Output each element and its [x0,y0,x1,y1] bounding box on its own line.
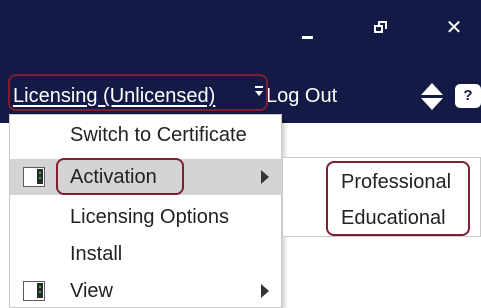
restore-icon[interactable] [362,12,402,44]
panel-icon-dot [39,286,41,288]
title-bar: ✕ Licensing (Unlicensed) Log Out ? [0,0,481,123]
logout-menu[interactable]: Log Out [266,78,337,114]
menu-item-licensing-options[interactable]: Licensing Options [10,199,282,235]
panel-icon-dot [39,172,41,174]
submenu-item-educational[interactable]: Educational [341,203,446,233]
menu-item-label: Switch to Certificate [70,124,247,146]
menu-bar: Licensing (Unlicensed) Log Out ? [0,78,481,114]
panel-icon-dot [39,177,41,179]
close-icon[interactable]: ✕ [434,12,474,44]
activation-submenu: Professional Educational [282,157,481,237]
menu-item-activation[interactable]: Activation [10,159,282,195]
app-window: ✕ Licensing (Unlicensed) Log Out ? Switc… [0,0,481,308]
restore-icon-front [374,25,383,33]
sort-updown-icon[interactable] [421,83,443,111]
submenu-item-professional[interactable]: Professional [341,167,451,197]
menu-item-label: View [70,280,113,302]
minimize-icon[interactable] [288,12,328,44]
panel-icon [23,281,45,301]
panel-icon [23,167,45,187]
menu-item-label: Activation [70,166,157,188]
menu-item-label: Licensing Options [70,206,229,228]
submenu-arrow-icon [261,170,269,184]
menu-item-label: Install [70,243,123,265]
panel-icon-dot [39,291,41,293]
licensing-dropdown-menu: Switch to Certificate Activation Licensi… [9,114,282,308]
help-icon[interactable]: ? [455,84,481,108]
sort-up-icon [421,83,443,95]
submenu-arrow-icon [261,284,269,298]
menu-item-switch-to-certificate[interactable]: Switch to Certificate [10,117,282,153]
licensing-menu[interactable]: Licensing (Unlicensed) [13,78,215,114]
menu-item-view[interactable]: View [10,273,282,308]
dropdown-caret-icon[interactable] [255,86,263,96]
sort-down-icon [421,98,443,110]
menu-item-install[interactable]: Install [10,236,282,272]
